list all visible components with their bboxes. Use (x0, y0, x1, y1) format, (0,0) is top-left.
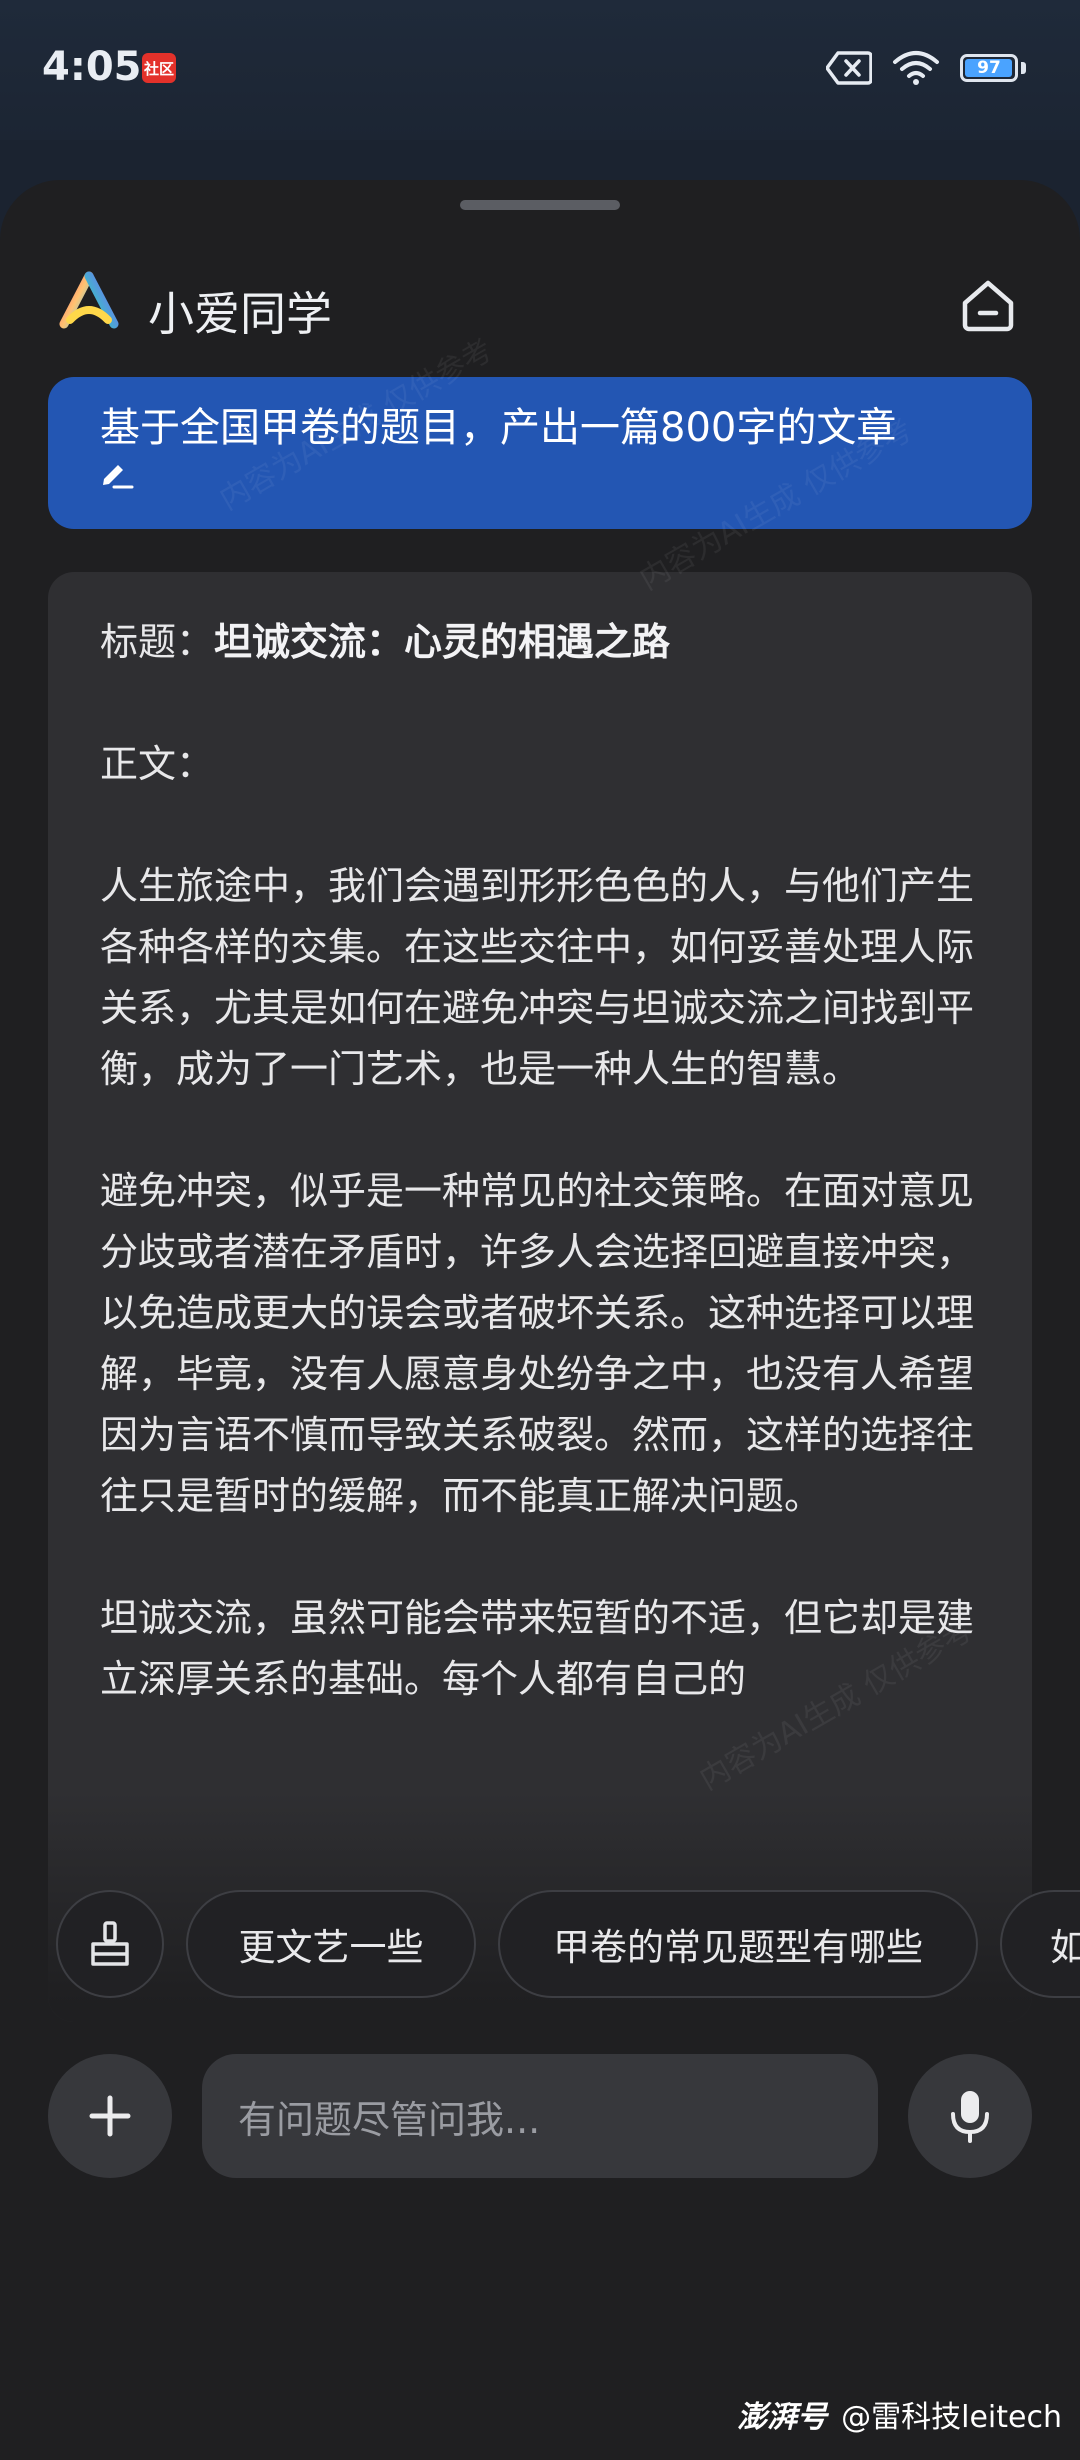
status-time: 4:05 (42, 44, 142, 90)
wifi-icon (892, 50, 940, 86)
app-notification-badge: 社区 (142, 53, 176, 83)
app-header: 小爱同学 (0, 260, 1080, 360)
battery-tip (1021, 62, 1026, 74)
source-watermark: 澎湃号 @雷科技leitech (737, 2392, 1062, 2436)
answer-title: 坦诚交流：心灵的相遇之路 (214, 620, 671, 664)
home-button[interactable] (948, 266, 1028, 346)
drag-handle[interactable] (460, 200, 620, 210)
suggestion-chip[interactable]: 如何 (1000, 1890, 1080, 1998)
user-prompt-text: 基于全国甲卷的题目，产出一篇800字的文章 (100, 405, 897, 451)
user-prompt-bubble[interactable]: 基于全国甲卷的题目，产出一篇800字的文章 (48, 377, 1032, 529)
watermark-brand: 澎湃号 (737, 2400, 828, 2435)
suggestion-chip[interactable]: 甲卷的常见题型有哪些 (498, 1890, 978, 1998)
xiaoai-logo-icon (56, 270, 122, 340)
voice-input-button[interactable] (908, 2054, 1032, 2178)
home-icon (962, 280, 1014, 332)
battery-percent: 97 (977, 58, 1001, 78)
microphone-icon (951, 2091, 989, 2143)
input-placeholder: 有问题尽管问我... (238, 2097, 541, 2142)
suggestion-chips: 更文艺一些 甲卷的常见题型有哪些 如何 (0, 1890, 1080, 2006)
answer-title-label: 标题： (100, 620, 215, 664)
add-button[interactable] (48, 2054, 172, 2178)
answer-content: 标题：坦诚交流：心灵的相遇之路 正文： 人生旅途中，我们会遇到形形色色的人，与他… (100, 612, 990, 1771)
question-input[interactable]: 有问题尽管问我... (202, 2054, 878, 2178)
edit-icon[interactable] (100, 459, 134, 489)
status-bar: 4:05 社区 97 (0, 0, 1080, 140)
answer-paragraph: 人生旅途中，我们会遇到形形色色的人，与他们产生各种各样的交集。在这些交往中，如何… (100, 864, 975, 1091)
answer-paragraph: 坦诚交流，虽然可能会带来短暂的不适，但它却是建立深厚关系的基础。每个人都有自己的 (100, 1596, 975, 1701)
watermark-account: @雷科技leitech (841, 2400, 1062, 2435)
clear-context-button[interactable] (56, 1890, 164, 1998)
answer-card: 标题：坦诚交流：心灵的相遇之路 正文： 人生旅途中，我们会遇到形形色色的人，与他… (48, 572, 1032, 2022)
answer-body-label: 正文： (100, 742, 215, 786)
battery-icon: 97 (960, 54, 1018, 82)
app-title: 小爱同学 (148, 287, 332, 341)
suggestion-chip[interactable]: 更文艺一些 (186, 1890, 476, 1998)
broom-icon (91, 1921, 129, 1966)
no-sim-icon (826, 51, 872, 85)
answer-title-line: 标题：坦诚交流：心灵的相遇之路 (100, 612, 990, 673)
status-icons: 97 (826, 46, 1026, 90)
answer-paragraph: 避免冲突，似乎是一种常见的社交策略。在面对意见分歧或者潜在矛盾时，许多人会选择回… (100, 1169, 975, 1518)
plus-icon (89, 2095, 131, 2137)
